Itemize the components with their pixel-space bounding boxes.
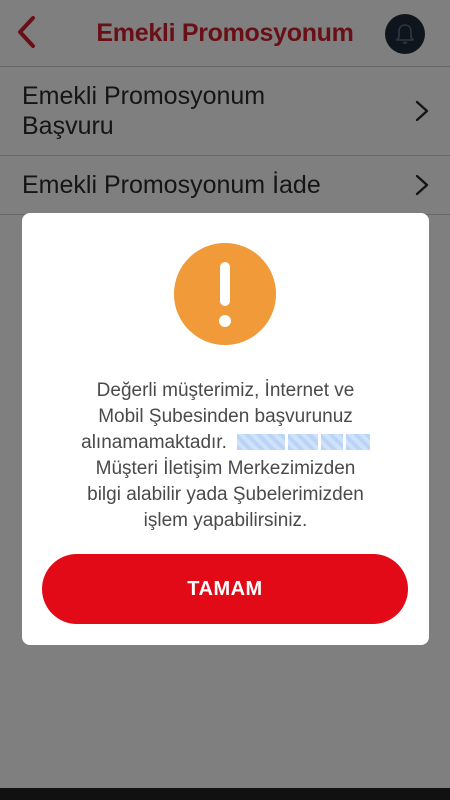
message-text: alınamamaktadır.	[81, 432, 227, 453]
message-line: alınamamaktadır.	[42, 430, 409, 456]
alert-message: Değerli müşterimiz, İnternet ve Mobil Şu…	[42, 378, 409, 534]
message-line: bilgi alabilir yada Şubelerimizden	[87, 484, 364, 505]
redacted-text	[236, 434, 285, 450]
system-nav-bar	[0, 788, 450, 800]
ok-button[interactable]: TAMAM	[42, 554, 408, 624]
alert-dialog: Değerli müşterimiz, İnternet ve Mobil Şu…	[22, 213, 429, 645]
redacted-text	[320, 434, 343, 450]
message-line: Müşteri İletişim Merkezimizden	[95, 458, 356, 479]
warning-icon	[174, 243, 276, 345]
message-line: işlem yapabilirsiniz.	[143, 510, 308, 531]
message-line: Değerli müşterimiz, İnternet ve	[96, 380, 355, 401]
redacted-text	[287, 434, 318, 450]
message-line: Mobil Şubesinden başvurunuz	[98, 406, 353, 427]
redacted-text	[345, 434, 370, 450]
screen: Emekli Promosyonum Emekli Promosyonum Ba…	[0, 0, 450, 800]
